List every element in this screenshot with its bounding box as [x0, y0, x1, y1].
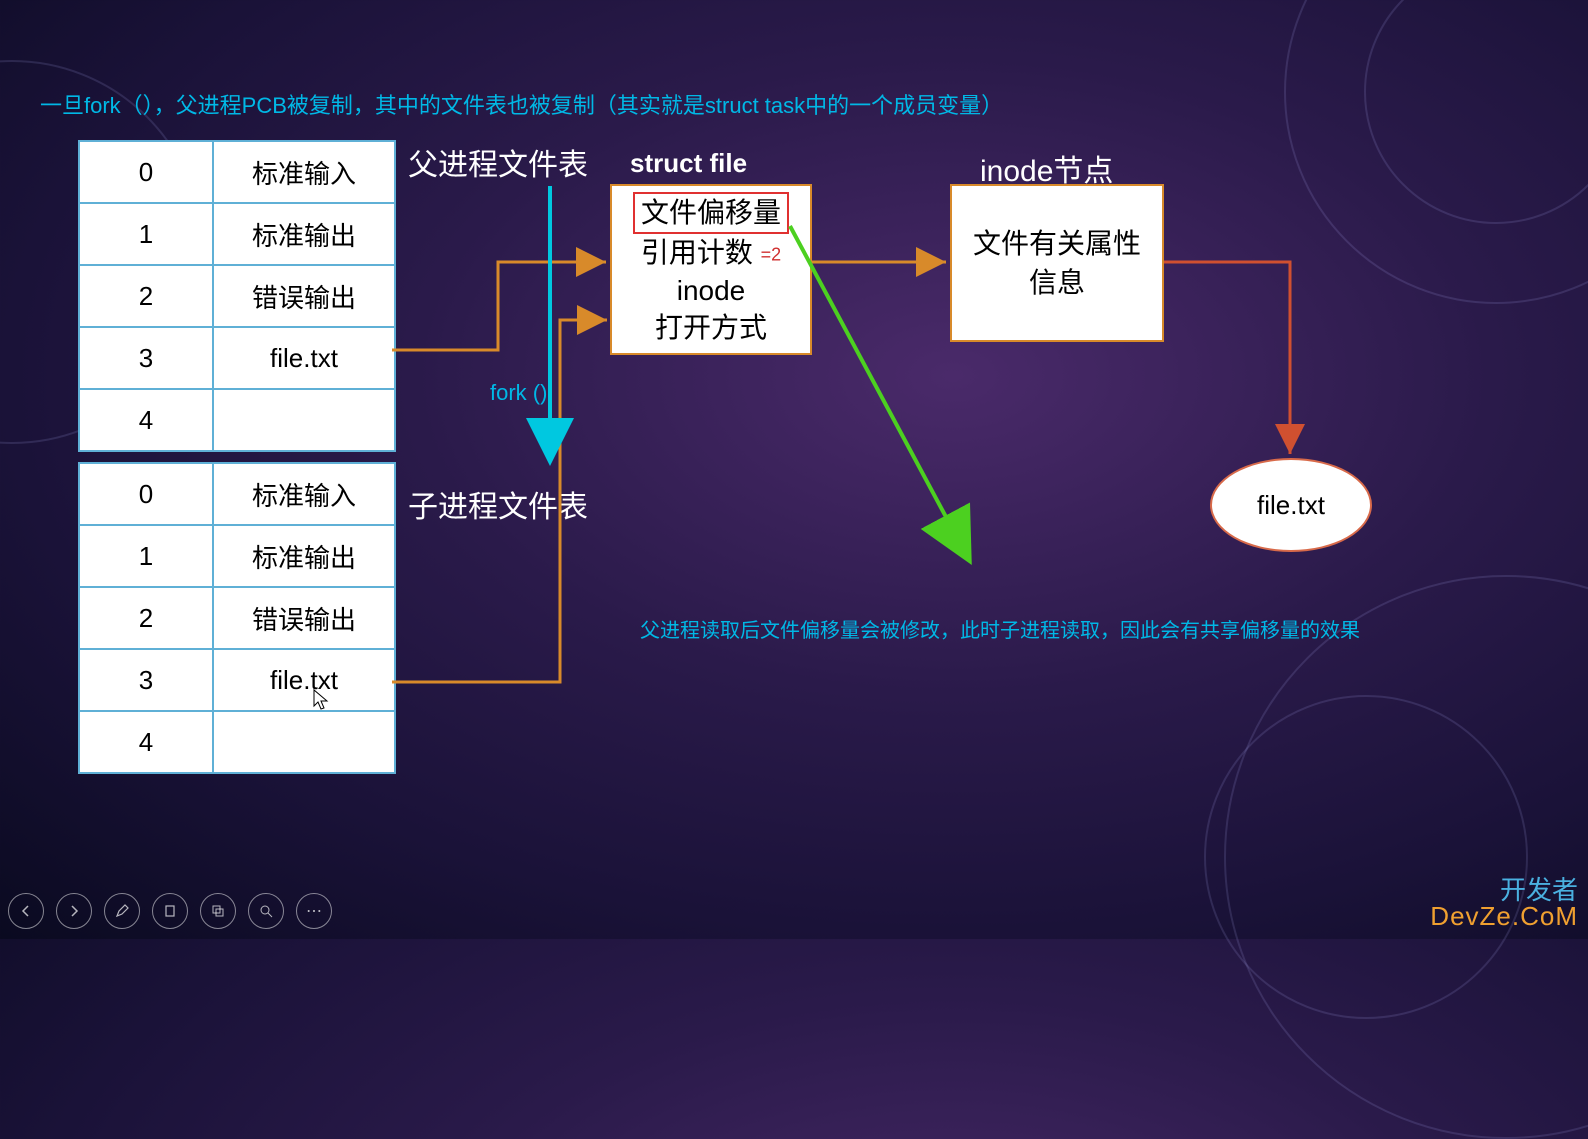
- table-row: 4: [79, 711, 395, 773]
- next-slide-button[interactable]: [56, 893, 92, 929]
- pen-tool-button[interactable]: [104, 893, 140, 929]
- cursor-icon: [312, 688, 332, 718]
- fd-value: 错误输出: [213, 265, 395, 327]
- inode-box: 文件有关属性 信息: [950, 184, 1164, 342]
- prev-slide-button[interactable]: [8, 893, 44, 929]
- table-row: 0标准输入: [79, 141, 395, 203]
- ref-count-value: =2: [761, 244, 782, 264]
- file-ellipse: file.txt: [1210, 458, 1372, 552]
- struct-file-box: 文件偏移量 引用计数 =2 inode 打开方式: [610, 184, 812, 355]
- arrow-inode-to-file: [1164, 262, 1290, 454]
- fd-index: 0: [79, 463, 213, 525]
- highlighter-button[interactable]: [152, 893, 188, 929]
- bottom-note: 父进程读取后文件偏移量会被修改，此时子进程读取，因此会有共享偏移量的效果: [640, 614, 1360, 643]
- fd-value: 标准输入: [213, 141, 395, 203]
- file-offset-field: 文件偏移量: [633, 192, 789, 234]
- arrow-parent-to-struct: [392, 262, 606, 350]
- fd-index: 1: [79, 203, 213, 265]
- fd-index: 2: [79, 265, 213, 327]
- fd-value: file.txt: [213, 327, 395, 389]
- table-row: 1标准输出: [79, 203, 395, 265]
- fd-value: 标准输出: [213, 203, 395, 265]
- table-row: 2错误输出: [79, 265, 395, 327]
- fd-value: file.txt: [213, 649, 395, 711]
- watermark-line1: 开发者: [1430, 877, 1578, 903]
- ref-count-label: 引用计数: [641, 237, 753, 268]
- fd-index: 3: [79, 327, 213, 389]
- table-row: 1标准输出: [79, 525, 395, 587]
- fd-index: 2: [79, 587, 213, 649]
- child-table-title: 子进程文件表: [408, 482, 588, 526]
- watermark: 开发者 DevZe.CoM: [1430, 877, 1578, 929]
- fd-value: 标准输入: [213, 463, 395, 525]
- fd-value: [213, 711, 395, 773]
- watermark-line2: DevZe.CoM: [1430, 903, 1578, 929]
- top-note: 一旦fork（），父进程PCB被复制，其中的文件表也被复制（其实就是struct…: [40, 88, 1003, 120]
- table-row: 3file.txt: [79, 327, 395, 389]
- file-ellipse-label: file.txt: [1257, 490, 1325, 521]
- table-row: 4: [79, 389, 395, 451]
- fd-value: [213, 389, 395, 451]
- fd-index: 4: [79, 389, 213, 451]
- struct-file-label: struct file: [630, 148, 747, 179]
- parent-file-table: 0标准输入 1标准输出 2错误输出 3file.txt 4: [78, 140, 396, 452]
- child-file-table: 0标准输入 1标准输出 2错误输出 3file.txt 4: [78, 462, 396, 774]
- fd-index: 1: [79, 525, 213, 587]
- more-button[interactable]: ⋯: [296, 893, 332, 929]
- fork-call-label: fork (): [490, 380, 547, 406]
- parent-table-title: 父进程文件表: [408, 140, 588, 184]
- table-row: 0标准输入: [79, 463, 395, 525]
- fd-value: 标准输出: [213, 525, 395, 587]
- fd-index: 0: [79, 141, 213, 203]
- copy-button[interactable]: [200, 893, 236, 929]
- fd-index: 3: [79, 649, 213, 711]
- open-mode-field: 打开方式: [626, 309, 796, 347]
- bg-circle: [1204, 695, 1528, 1019]
- arrow-offset-note: [790, 226, 968, 558]
- table-row: 3file.txt: [79, 649, 395, 711]
- table-row: 2错误输出: [79, 587, 395, 649]
- inode-box-text: 文件有关属性 信息: [973, 224, 1141, 302]
- inode-field: inode: [626, 272, 796, 310]
- fd-value: 错误输出: [213, 587, 395, 649]
- zoom-button[interactable]: [248, 893, 284, 929]
- fd-index: 4: [79, 711, 213, 773]
- presentation-toolbar: ⋯: [8, 893, 332, 929]
